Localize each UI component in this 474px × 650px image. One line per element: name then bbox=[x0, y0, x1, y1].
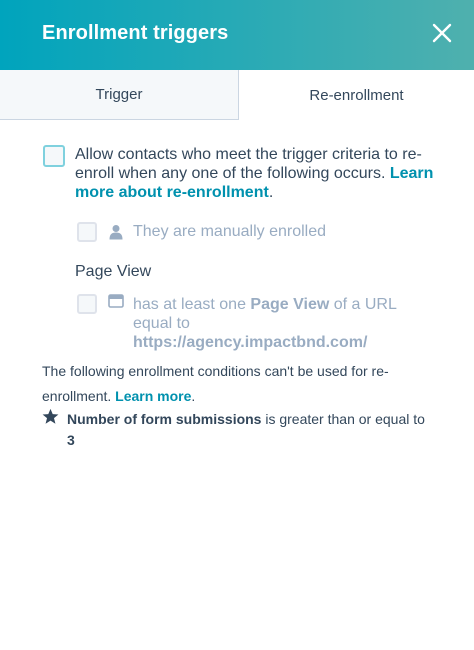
condition-value: 3 bbox=[67, 432, 75, 448]
manual-enrolled-checkbox[interactable] bbox=[77, 222, 97, 242]
tab-label: Re-enrollment bbox=[309, 86, 404, 104]
manual-enrolled-label: They are manually enrolled bbox=[133, 223, 326, 240]
learn-more-link[interactable]: Learn more bbox=[115, 388, 191, 404]
page-view-checkbox[interactable] bbox=[77, 294, 97, 314]
note-text: The following enrollment conditions can'… bbox=[42, 363, 389, 404]
tab-label: Trigger bbox=[95, 86, 143, 103]
allow-reenroll-label: Allow contacts who meet the trigger crit… bbox=[75, 145, 455, 202]
condition-property: Number of form submissions bbox=[67, 411, 262, 427]
period: . bbox=[268, 184, 274, 201]
browser-window-icon bbox=[108, 294, 124, 308]
page-view-text-before: has at least one bbox=[133, 296, 246, 313]
close-button[interactable] bbox=[428, 19, 456, 47]
period: . bbox=[191, 388, 196, 404]
page-view-bold: Page View bbox=[250, 296, 330, 313]
panel-header: Enrollment triggers bbox=[0, 0, 474, 70]
tab-bar: Trigger Re-enrollment bbox=[0, 70, 474, 120]
page-view-heading: Page View bbox=[75, 263, 152, 280]
page-view-url: https://agency.impactbnd.com/ bbox=[133, 334, 368, 351]
star-icon bbox=[42, 408, 59, 424]
allow-reenroll-text: Allow contacts who meet the trigger crit… bbox=[75, 146, 422, 182]
enrollment-note: The following enrollment conditions can'… bbox=[42, 359, 442, 409]
tab-re-enrollment[interactable]: Re-enrollment bbox=[239, 70, 474, 120]
person-icon bbox=[109, 225, 123, 240]
condition-operator: is greater than or equal to bbox=[265, 411, 425, 427]
close-icon bbox=[432, 23, 452, 43]
condition-row: Number of form submissions is greater th… bbox=[67, 407, 452, 432]
page-view-condition: has at least one Page View of a URL equa… bbox=[133, 295, 423, 352]
allow-reenroll-checkbox[interactable] bbox=[43, 145, 65, 167]
panel-title: Enrollment triggers bbox=[42, 22, 229, 44]
tab-trigger[interactable]: Trigger bbox=[0, 70, 239, 120]
